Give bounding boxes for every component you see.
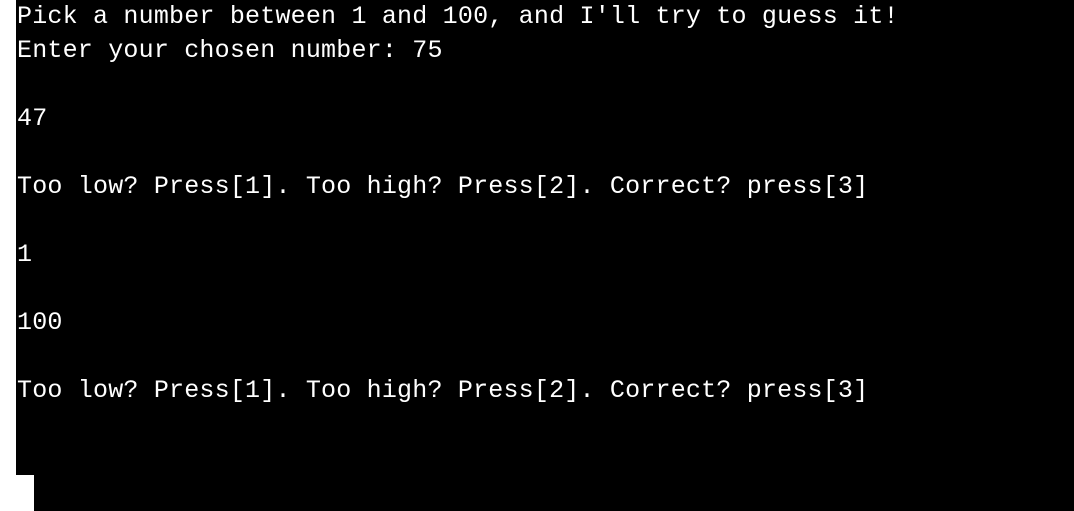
- console-line-blank-2: [17, 136, 1074, 170]
- console-line-prompt: Pick a number between 1 and 100, and I'l…: [17, 2, 899, 31]
- console-line-blank-3: [17, 204, 1074, 238]
- console-line-blank-6: [17, 408, 1074, 442]
- console-line-cursor-row[interactable]: [17, 442, 1074, 476]
- console-output: Pick a number between 1 and 100, and I'l…: [17, 0, 1074, 511]
- console-line-blank-5: [17, 340, 1074, 374]
- console-line-instructions-1: Too low? Press[1]. Too high? Press[2]. C…: [17, 172, 869, 201]
- console-line-input-echo: Enter your chosen number: 75: [17, 36, 443, 65]
- console-line-guess-1: 47: [17, 104, 48, 133]
- console-line-guess-2: 100: [17, 308, 63, 337]
- console-line-blank-1: [17, 68, 1074, 102]
- terminal-window[interactable]: Pick a number between 1 and 100, and I'l…: [0, 0, 1074, 511]
- console-line-response-1: 1: [17, 240, 33, 269]
- console-line-blank-4: [17, 272, 1074, 306]
- terminal-left-gutter: [0, 0, 16, 475]
- console-line-instructions-2: Too low? Press[1]. Too high? Press[2]. C…: [17, 376, 869, 405]
